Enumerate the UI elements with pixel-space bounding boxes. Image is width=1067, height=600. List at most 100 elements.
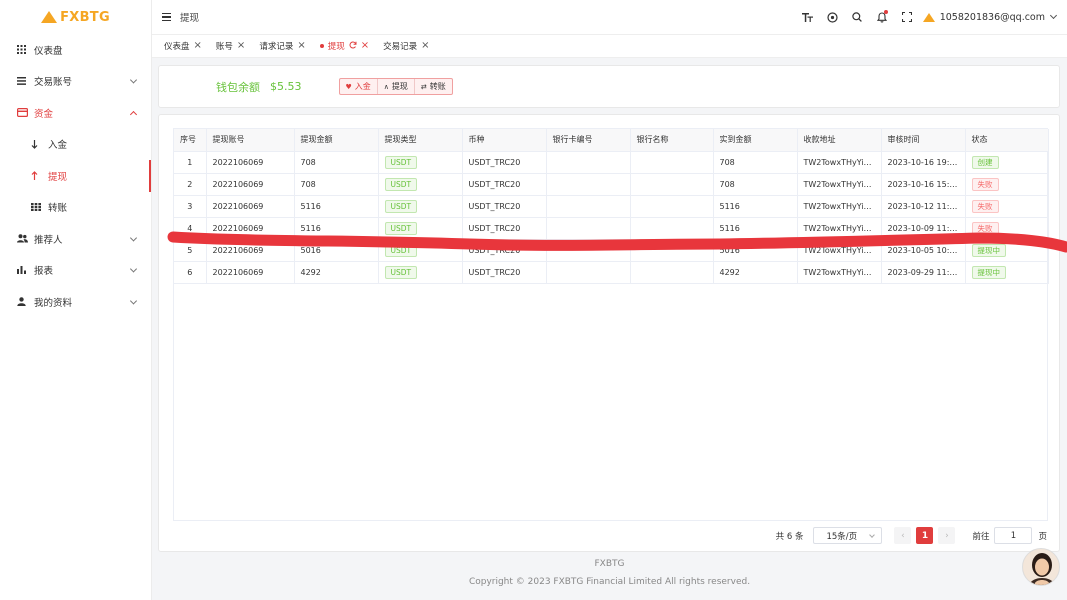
list-icon <box>17 77 31 86</box>
table-row[interactable]: 2 2022106069 708 USDT USDT_TRC20 708 TW2TowxTH… <box>174 173 1049 196</box>
withdraw-records-panel: 序号 提现账号 提现金额 提现类型 币种 银行卡编号 银行名称 实到金额 收款地… <box>158 114 1060 552</box>
fullscreen-icon[interactable] <box>895 0 920 34</box>
user-icon <box>17 297 31 307</box>
pagination-total: 共 6 条 <box>775 531 804 542</box>
refresh-icon[interactable] <box>349 41 357 52</box>
header: 提现 1058201836@qq.com <box>152 0 1067 34</box>
cell-received: 708 <box>713 151 798 174</box>
chevron-down-icon[interactable] <box>1049 11 1058 20</box>
settings-icon[interactable] <box>820 0 845 34</box>
sidebar-item-withdraw[interactable]: 提现 <box>0 160 151 192</box>
sidebar-item-profile[interactable]: 我的资料 <box>0 286 151 318</box>
cell-currency: USDT_TRC20 <box>462 217 547 240</box>
sidebar-item-label: 报表 <box>34 266 54 278</box>
cell-no: 1 <box>174 151 207 174</box>
heart-icon: ♥ <box>345 82 352 91</box>
prev-page-button[interactable]: ‹ <box>894 527 912 544</box>
table-row[interactable]: 6 2022106069 4292 USDT USDT_TRC20 4292 TW2Towx… <box>174 261 1049 284</box>
table-row[interactable]: 4 2022106069 5116 USDT USDT_TRC20 5116 TW2Towx… <box>174 217 1049 240</box>
tab-request-records[interactable]: 请求记录 × <box>259 40 305 53</box>
sidebar-item-label: 入金 <box>48 140 68 152</box>
breadcrumb[interactable]: 提现 <box>180 10 199 24</box>
close-icon[interactable]: × <box>361 41 369 51</box>
user-email[interactable]: 1058201836@qq.com <box>940 12 1045 23</box>
column-header: 提现账号 <box>206 129 295 152</box>
cell-status: 提现中 <box>965 239 1049 262</box>
grid-icon <box>17 45 31 55</box>
cell-no: 6 <box>174 261 207 284</box>
support-avatar[interactable] <box>1022 548 1060 586</box>
active-dot-icon <box>319 44 324 48</box>
sidebar-item-label: 提现 <box>48 171 68 183</box>
cell-address: TW2TowxTHyYis... <box>797 217 882 240</box>
page-size-select[interactable]: 15条/页 <box>813 527 883 544</box>
close-icon[interactable]: × <box>194 41 202 51</box>
tab-withdraw[interactable]: 提现 × <box>319 40 369 52</box>
cell-address: TW2TowxTHyYis... <box>797 151 882 174</box>
cell-currency: USDT_TRC20 <box>462 239 547 262</box>
cell-time: 2023-10-09 11:0... <box>881 217 966 240</box>
cell-no: 4 <box>174 217 207 240</box>
type-badge: USDT <box>384 199 418 213</box>
close-icon[interactable]: × <box>297 41 305 51</box>
transfer-button[interactable]: ⇄ 转账 <box>415 79 452 94</box>
tab-trade-records[interactable]: 交易记录 × <box>383 40 429 53</box>
cell-currency: USDT_TRC20 <box>462 195 547 218</box>
user-avatar-icon[interactable] <box>922 12 935 22</box>
card-icon <box>17 108 31 118</box>
cell-received: 708 <box>713 173 798 196</box>
cell-amount: 5016 <box>294 239 379 262</box>
notification-bell-icon[interactable] <box>870 0 895 34</box>
goto-page-input[interactable] <box>994 527 1033 544</box>
column-header: 银行卡编号 <box>546 129 631 152</box>
sidebar-item-referrer[interactable]: 推荐人 <box>0 223 151 255</box>
sidebar-item-dashboard[interactable]: 仪表盘 <box>0 34 151 66</box>
logo-triangle-icon <box>41 11 58 23</box>
close-icon[interactable]: × <box>237 41 245 51</box>
table-row[interactable]: 1 2022106069 708 USDT USDT_TRC20 708 TW2TowxTH… <box>174 151 1049 174</box>
sidebar-item-deposit[interactable]: 入金 <box>0 129 151 161</box>
sidebar-item-label: 转账 <box>48 203 68 215</box>
cell-received: 4292 <box>713 261 798 284</box>
sidebar-item-label: 交易账号 <box>34 77 73 89</box>
cell-bank <box>630 261 714 284</box>
wallet-card: 钱包余额 $5.53 ♥ 入金 ∧ 提现 ⇄ 转账 <box>158 65 1060 108</box>
type-badge: USDT <box>384 177 418 191</box>
table-row[interactable]: 3 2022106069 5116 USDT USDT_TRC20 5116 TW2Towx… <box>174 195 1049 218</box>
sidebar-item-transfer[interactable]: 转账 <box>0 192 151 224</box>
sidebar-item-reports[interactable]: 报表 <box>0 255 151 287</box>
sidebar-item-label: 推荐人 <box>34 234 63 246</box>
menu-toggle-icon[interactable] <box>162 13 171 21</box>
cell-card <box>546 239 631 262</box>
page-number-button[interactable]: 1 <box>916 527 934 544</box>
cell-account: 2022106069 <box>206 151 295 174</box>
search-icon[interactable] <box>845 0 870 34</box>
next-page-button[interactable]: › <box>938 527 956 544</box>
font-size-icon[interactable] <box>795 0 820 34</box>
cell-card <box>546 195 631 218</box>
cell-type: USDT <box>378 173 463 196</box>
tab-dashboard[interactable]: 仪表盘 × <box>164 40 202 53</box>
logo[interactable]: FXBTG <box>0 0 151 34</box>
cell-amount: 5116 <box>294 195 379 218</box>
sidebar-item-label: 我的资料 <box>34 297 73 309</box>
sidebar-item-trading-accounts[interactable]: 交易账号 <box>0 66 151 98</box>
bar-chart-icon <box>17 266 31 275</box>
tab-label: 仪表盘 <box>164 42 190 52</box>
close-icon[interactable]: × <box>421 41 429 51</box>
table-row[interactable]: 5 2022106069 5016 USDT USDT_TRC20 5016 TW2Towx… <box>174 239 1049 262</box>
cell-account: 2022106069 <box>206 217 295 240</box>
column-header: 收款地址 <box>797 129 882 152</box>
wallet-balance-amount: $5.53 <box>270 80 302 93</box>
tab-account[interactable]: 账号 × <box>216 40 245 53</box>
sidebar-item-funds[interactable]: 资金 <box>0 97 151 129</box>
status-badge: 提现中 <box>971 243 1006 257</box>
cell-amount: 708 <box>294 173 379 196</box>
chevron-down-icon <box>129 297 138 305</box>
withdraw-button[interactable]: ∧ 提现 <box>378 79 415 94</box>
footer-copyright: Copyright © 2023 FXBTG Financial Limited… <box>468 577 751 587</box>
deposit-button[interactable]: ♥ 入金 <box>340 79 378 94</box>
withdraw-table-wrapper: 序号 提现账号 提现金额 提现类型 币种 银行卡编号 银行名称 实到金额 收款地… <box>173 128 1049 521</box>
cell-bank <box>630 217 714 240</box>
cell-no: 5 <box>174 239 207 262</box>
